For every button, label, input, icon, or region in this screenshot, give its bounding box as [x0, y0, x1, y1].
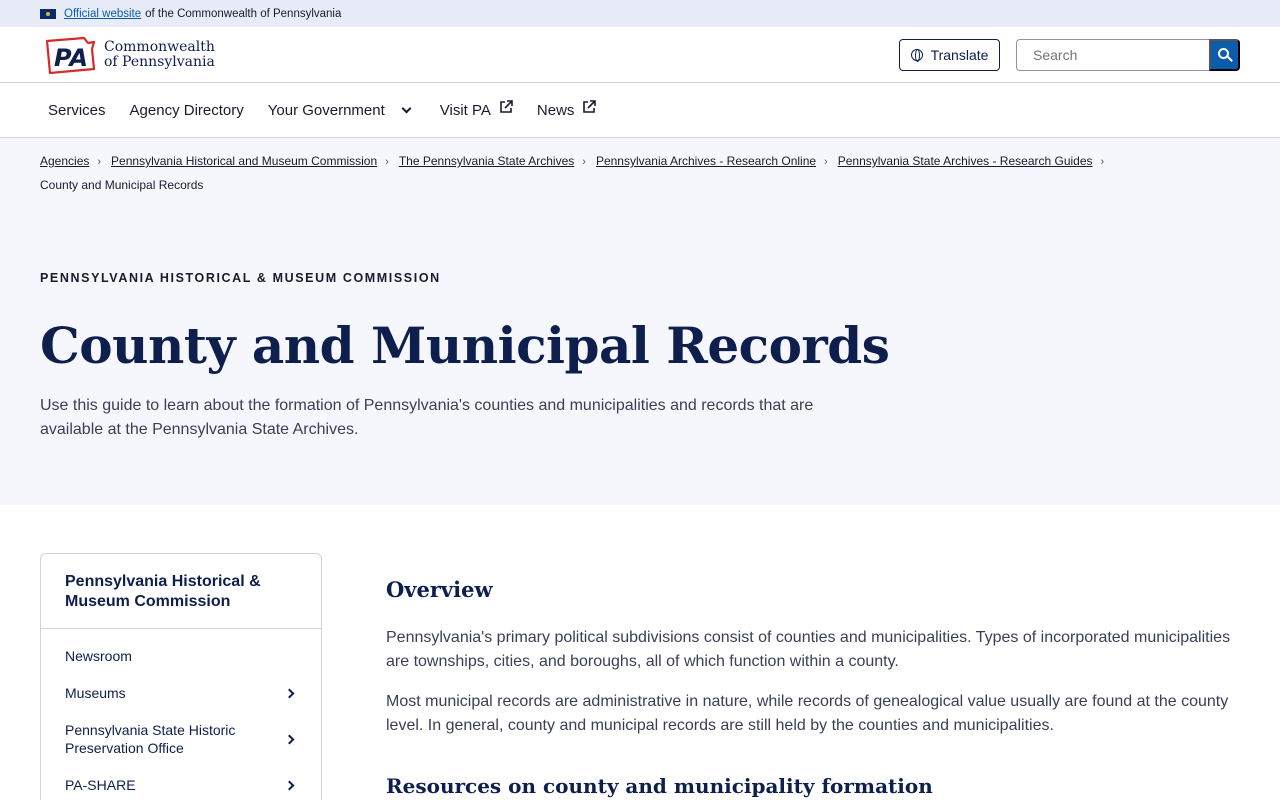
nav-label: Visit PA — [439, 101, 491, 119]
logo-text: PA — [54, 44, 88, 72]
search-input[interactable] — [1016, 38, 1209, 71]
breadcrumb-link[interactable]: Pennsylvania State Archives - Research G… — [838, 154, 1093, 168]
sidebar-item-newsroom[interactable]: Newsroom — [65, 647, 297, 665]
breadcrumb-link[interactable]: Pennsylvania Historical and Museum Commi… — [111, 154, 377, 168]
nav-label: News — [536, 101, 575, 119]
sidebar-item-label: Museums — [65, 685, 126, 701]
official-website-banner: Official website of the Commonwealth of … — [0, 0, 1280, 27]
search-button[interactable] — [1209, 38, 1240, 71]
chevron-right-icon — [284, 734, 295, 744]
translate-button[interactable]: Translate — [899, 38, 1000, 71]
chevron-right-icon — [284, 780, 295, 790]
chevron-right-icon: › — [582, 156, 586, 168]
nav-label: Services — [48, 101, 106, 119]
search-icon — [1218, 48, 1229, 59]
external-link-icon — [582, 100, 597, 114]
sidebar-list: Newsroom Museums Pennsylvania State Hist… — [41, 629, 321, 794]
official-website-link[interactable]: Official website — [64, 8, 141, 20]
official-website-text: of the Commonwealth of Pennsylvania — [145, 7, 342, 20]
nav-item-visit-pa[interactable]: Visit PA — [439, 100, 513, 119]
translate-label: Translate — [930, 46, 989, 63]
sidebar-item-label: PA-SHARE — [65, 777, 136, 793]
resources-heading: Resources on county and municipality for… — [386, 774, 933, 798]
globe-icon — [910, 48, 923, 62]
sidebar-nav: Pennsylvania Historical & Museum Commiss… — [40, 553, 322, 800]
brand-line-2: of Pennsylvania — [104, 53, 215, 70]
agency-eyebrow: PENNSYLVANIA HISTORICAL & MUSEUM COMMISS… — [40, 271, 441, 285]
main-content: Overview Pennsylvania's primary politica… — [386, 553, 1240, 800]
chevron-right-icon: › — [1100, 156, 1105, 168]
brand-logo-link[interactable]: PA Commonwealth of Pennsylvania — [44, 35, 215, 75]
nav-item-agency-directory[interactable]: Agency Directory — [130, 102, 244, 119]
overview-paragraph: Pennsylvania's primary political subdivi… — [386, 629, 1231, 670]
content-area: Pennsylvania Historical & Museum Commiss… — [0, 505, 1280, 800]
hero-section: Agencies › Pennsylvania Historical and Mus… — [0, 138, 1280, 505]
page-intro: Use this guide to learn about the format… — [40, 397, 814, 438]
search-form — [1016, 38, 1240, 71]
nav-label: Your Government — [267, 101, 385, 119]
sidebar-item-pa-share[interactable]: PA-SHARE — [65, 776, 297, 794]
breadcrumb-current: County and Municipal Records — [40, 178, 204, 192]
page-title: County and Municipal Records — [40, 316, 890, 375]
brand-name: Commonwealth of Pennsylvania — [104, 38, 215, 70]
sidebar-item-historic-preservation[interactable]: Pennsylvania State Historic Preservation… — [65, 721, 297, 757]
chevron-down-icon — [401, 103, 412, 113]
external-link-icon — [499, 100, 513, 114]
overview-heading: Overview — [386, 577, 493, 602]
pa-flag-icon — [40, 8, 56, 19]
nav-item-your-government[interactable]: Your Government — [268, 102, 416, 119]
chevron-right-icon: › — [824, 156, 828, 168]
overview-paragraph: Most municipal records are administrativ… — [386, 693, 1229, 734]
chevron-right-icon — [284, 688, 295, 698]
main-nav: Services Agency Directory Your Governmen… — [0, 83, 1280, 138]
site-header: PA Commonwealth of Pennsylvania Translat… — [0, 27, 1280, 83]
pa-logo-icon: PA — [44, 35, 96, 75]
nav-item-news[interactable]: News — [536, 100, 597, 119]
nav-item-services[interactable]: Services — [48, 102, 106, 119]
chevron-right-icon: › — [385, 156, 389, 168]
breadcrumb-link[interactable]: The Pennsylvania State Archives — [399, 154, 574, 168]
breadcrumb: Agencies › Pennsylvania Historical and Mus… — [40, 138, 1240, 197]
sidebar-item-label: Newsroom — [65, 648, 132, 664]
chevron-right-icon: › — [97, 156, 102, 168]
nav-label: Agency Directory — [129, 101, 244, 119]
breadcrumb-link[interactable]: Agencies — [40, 154, 89, 168]
header-actions: Translate — [899, 38, 1240, 71]
sidebar-item-museums[interactable]: Museums — [65, 684, 297, 702]
breadcrumb-link[interactable]: Pennsylvania Archives - Research Online — [596, 154, 816, 168]
brand-line-1: Commonwealth — [104, 38, 215, 55]
sidebar-item-label: Pennsylvania State Historic Preservation… — [65, 722, 236, 756]
sidebar-title[interactable]: Pennsylvania Historical & Museum Commiss… — [41, 554, 321, 629]
